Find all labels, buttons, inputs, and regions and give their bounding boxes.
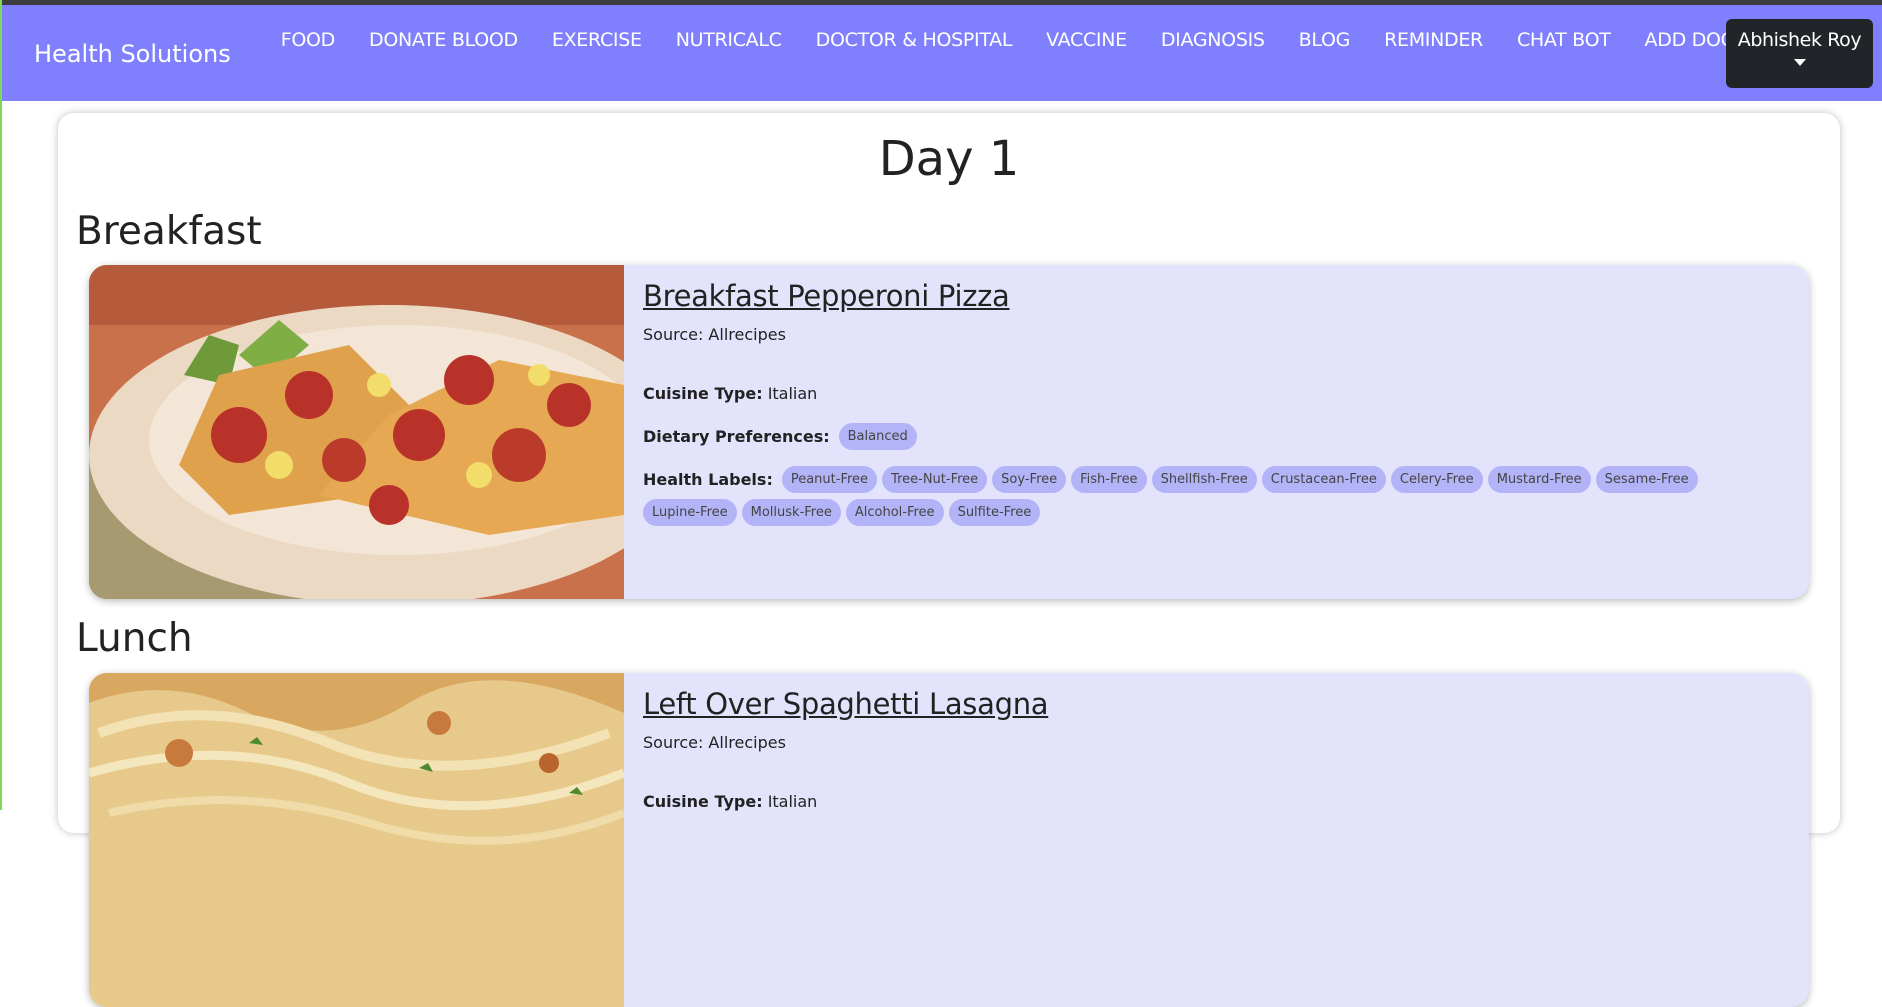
- health-tag: Alcohol-Free: [845, 499, 944, 526]
- health-tag: Soy-Free: [992, 466, 1067, 493]
- nav-link-doctor-hospital[interactable]: DOCTOR & HOSPITAL: [816, 29, 1013, 51]
- recipe-details: Breakfast Pepperoni Pizza Source: Allrec…: [643, 279, 1789, 532]
- health-tag: Mustard-Free: [1487, 466, 1591, 493]
- recipe-card-breakfast: Breakfast Pepperoni Pizza Source: Allrec…: [89, 265, 1809, 599]
- nav-link-reminder[interactable]: REMINDER: [1384, 29, 1483, 51]
- recipe-source: Source: Allrecipes: [643, 325, 786, 344]
- nav-link-chat-bot[interactable]: CHAT BOT: [1517, 29, 1611, 51]
- cuisine-type-value: Italian: [767, 792, 818, 811]
- health-tag: Shellfish-Free: [1151, 466, 1257, 493]
- health-tag: Fish-Free: [1071, 466, 1147, 493]
- user-name: Abhishek Roy: [1737, 29, 1862, 51]
- health-tag: Sulfite-Free: [948, 499, 1041, 526]
- nav-link-donate-blood[interactable]: DONATE BLOOD: [369, 29, 518, 51]
- nav-link-diagnosis[interactable]: DIAGNOSIS: [1161, 29, 1265, 51]
- diet-tag: Balanced: [838, 423, 917, 450]
- breakfast-heading: Breakfast: [76, 209, 262, 254]
- health-tag: Crustacean-Free: [1261, 466, 1386, 493]
- health-tag: Mollusk-Free: [741, 499, 841, 526]
- cuisine-type-label: Cuisine Type:: [643, 384, 763, 403]
- caret-down-icon: [1793, 59, 1806, 66]
- dietary-preferences: Dietary Preferences: Balanced: [643, 423, 1789, 450]
- health-tag: Celery-Free: [1390, 466, 1483, 493]
- cuisine-type-label: Cuisine Type:: [643, 792, 763, 811]
- cuisine-type-value: Italian: [767, 384, 818, 403]
- day-title: Day 1: [878, 131, 1020, 187]
- nav-link-nutricalc[interactable]: NUTRICALC: [676, 29, 782, 51]
- nav-link-exercise[interactable]: EXERCISE: [552, 29, 642, 51]
- recipe-source: Source: Allrecipes: [643, 733, 786, 752]
- nav-links: FOOD DONATE BLOOD EXERCISE NUTRICALC DOC…: [281, 29, 1807, 51]
- recipe-title-link[interactable]: Breakfast Pepperoni Pizza: [643, 279, 1010, 313]
- health-tag: Tree-Nut-Free: [882, 466, 988, 493]
- health-labels: Health Labels: Peanut-Free Tree-Nut-Free…: [643, 466, 1789, 532]
- recipe-details: Left Over Spaghetti Lasagna Source: Allr…: [643, 687, 1789, 811]
- nav-link-vaccine[interactable]: VACCINE: [1046, 29, 1127, 51]
- pizza-image[interactable]: [89, 265, 624, 599]
- health-tag: Lupine-Free: [643, 499, 737, 526]
- cuisine-type: Cuisine Type: Italian: [643, 792, 1789, 811]
- nav-link-blog[interactable]: BLOG: [1299, 29, 1351, 51]
- health-labels-label: Health Labels:: [643, 470, 773, 489]
- lasagna-image[interactable]: [89, 673, 624, 1007]
- health-tag: Peanut-Free: [781, 466, 878, 493]
- nav-link-food[interactable]: FOOD: [281, 29, 336, 51]
- cuisine-type: Cuisine Type: Italian: [643, 384, 1789, 403]
- dietary-preferences-label: Dietary Preferences:: [643, 427, 830, 446]
- brand-logo[interactable]: Health Solutions: [34, 40, 231, 68]
- recipe-title-link[interactable]: Left Over Spaghetti Lasagna: [643, 687, 1049, 721]
- recipe-card-lunch: Left Over Spaghetti Lasagna Source: Allr…: [89, 673, 1809, 1007]
- meal-plan-panel: Day 1 Breakfast Breakfast Pepperoni Pizz…: [58, 113, 1840, 1007]
- user-menu-button[interactable]: Abhishek Roy: [1726, 19, 1873, 88]
- health-tag: Sesame-Free: [1595, 466, 1698, 493]
- main-navbar: Health Solutions FOOD DONATE BLOOD EXERC…: [2, 5, 1882, 101]
- lunch-heading: Lunch: [76, 616, 193, 661]
